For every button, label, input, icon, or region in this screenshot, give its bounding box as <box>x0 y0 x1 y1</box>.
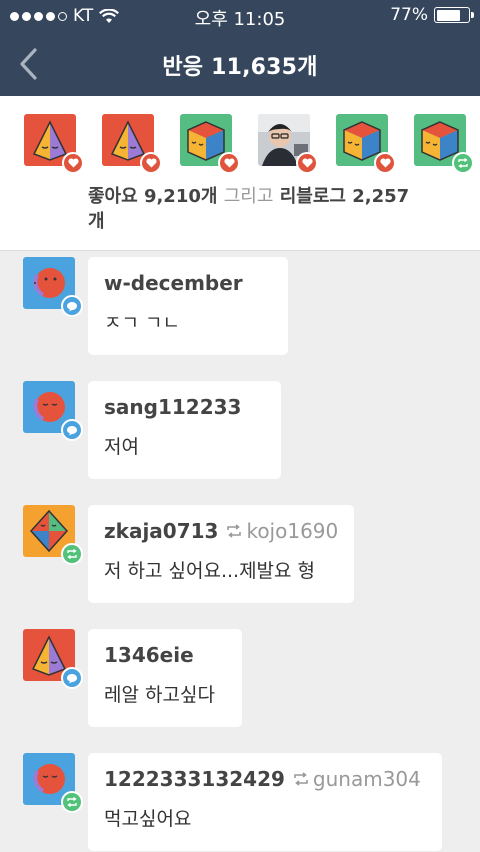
note-bubble: zkaja0713 kojo1690 저 하고 싶어요...제발요 형 <box>88 505 354 603</box>
avatar[interactable] <box>102 114 162 174</box>
heart-icon <box>374 152 396 174</box>
top-bar: KT 오후 11:05 77% 반응 11,635개 <box>0 0 480 96</box>
note-username[interactable]: zkaja0713 <box>104 519 218 543</box>
note-bubble: 1222333132429 gunam304 먹고싶어요 <box>88 753 442 851</box>
avatar[interactable] <box>23 257 83 317</box>
note-username[interactable]: w-december <box>104 271 243 295</box>
avatar-strip <box>24 114 474 174</box>
divider <box>0 250 480 251</box>
reblog-icon <box>452 152 474 174</box>
battery-percent: 77% <box>390 5 428 25</box>
avatar[interactable] <box>23 381 83 441</box>
avatar[interactable] <box>180 114 240 174</box>
heart-icon <box>62 152 84 174</box>
battery-status: 77% <box>390 5 474 25</box>
reply-icon <box>61 295 83 317</box>
avatar[interactable] <box>414 114 474 174</box>
note-bubble: w-december ㅈㄱ ㄱㄴ <box>88 257 288 355</box>
and-label: 그리고 <box>223 186 274 207</box>
avatar[interactable] <box>258 114 318 174</box>
reblogged-from[interactable]: kojo1690 <box>226 519 338 543</box>
note-username[interactable]: 1346eie <box>104 643 194 667</box>
likes-count[interactable]: 좋아요 9,210개 <box>88 186 217 207</box>
reblog-icon <box>227 524 242 538</box>
avatar[interactable] <box>23 629 83 689</box>
heart-icon <box>140 152 162 174</box>
source-username[interactable]: gunam304 <box>313 767 421 791</box>
heart-icon <box>296 152 318 174</box>
reblogs-suffix: 개 <box>88 211 105 232</box>
note-text: 저여 <box>104 436 139 458</box>
avatar[interactable] <box>336 114 396 174</box>
note-text: 레알 하고싶다 <box>104 684 215 706</box>
reaction-counts: 좋아요 9,210개 그리고 리블로그 2,257 개 <box>88 184 468 234</box>
battery-icon <box>434 7 474 23</box>
page-title: 반응 11,635개 <box>162 55 318 80</box>
reblogged-from[interactable]: gunam304 <box>293 767 421 791</box>
reply-icon <box>61 667 83 689</box>
note-bubble: 1346eie 레알 하고싶다 <box>88 629 242 727</box>
reblog-icon <box>61 543 83 565</box>
note-text: 저 하고 싶어요...제발요 형 <box>104 560 316 582</box>
reblogs-count[interactable]: 리블로그 2,257 <box>280 186 409 207</box>
reblog-icon <box>294 772 308 786</box>
note-bubble: sang112233 저여 <box>88 381 281 479</box>
note-text: ㅈㄱ ㄱㄴ <box>104 312 180 334</box>
note-username[interactable]: sang112233 <box>104 395 241 419</box>
status-bar: KT 오후 11:05 77% <box>0 0 480 32</box>
avatar[interactable] <box>23 505 83 565</box>
reply-icon <box>61 419 83 441</box>
reblog-icon <box>61 791 83 813</box>
note-username[interactable]: 1222333132429 <box>104 767 285 791</box>
note-text: 먹고싶어요 <box>104 808 192 830</box>
avatar[interactable] <box>24 114 84 174</box>
source-username[interactable]: kojo1690 <box>246 519 338 543</box>
heart-icon <box>218 152 240 174</box>
nav-bar: 반응 11,635개 <box>0 32 480 96</box>
avatar[interactable] <box>23 753 83 813</box>
reaction-summary: 좋아요 9,210개 그리고 리블로그 2,257 개 <box>0 96 480 250</box>
